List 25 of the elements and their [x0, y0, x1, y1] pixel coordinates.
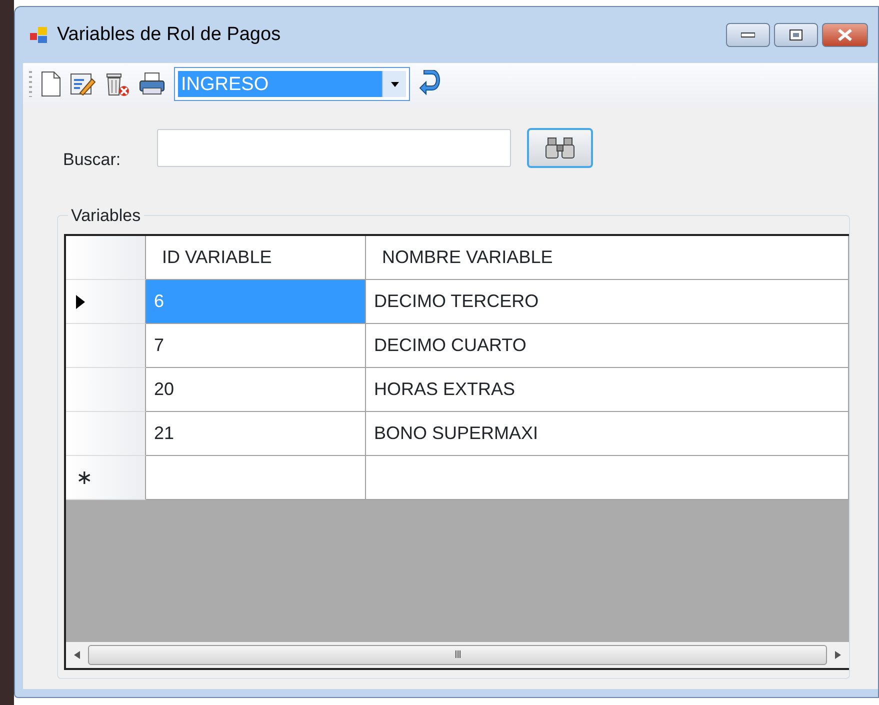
- minimize-button[interactable]: [726, 23, 770, 47]
- new-row-marker[interactable]: ∗: [66, 456, 146, 500]
- maximize-icon: [789, 29, 803, 41]
- horizontal-scrollbar[interactable]: III: [66, 642, 849, 668]
- binoculars-icon: [545, 136, 575, 160]
- new-document-icon[interactable]: [40, 71, 62, 97]
- scroll-thumb[interactable]: III: [88, 645, 827, 665]
- undo-icon[interactable]: [418, 70, 440, 98]
- table-cell: 6: [146, 280, 366, 324]
- delete-icon[interactable]: [104, 71, 130, 97]
- column-header[interactable]: NOMBRE VARIABLE: [366, 236, 849, 280]
- search-button[interactable]: [527, 128, 593, 168]
- close-icon: [837, 28, 853, 42]
- print-icon[interactable]: [138, 71, 166, 97]
- window-title: Variables de Rol de Pagos: [57, 22, 281, 47]
- maximize-button[interactable]: [774, 23, 818, 47]
- edit-icon[interactable]: [70, 71, 96, 97]
- caret-icon: [390, 82, 398, 86]
- minimize-icon: [741, 32, 755, 38]
- search-field[interactable]: [157, 129, 511, 167]
- search-label: Buscar:: [63, 149, 122, 172]
- column-header[interactable]: ID VARIABLE: [146, 236, 366, 280]
- row-header[interactable]: [66, 280, 146, 324]
- app-icon: [29, 26, 49, 44]
- close-button[interactable]: [822, 23, 868, 47]
